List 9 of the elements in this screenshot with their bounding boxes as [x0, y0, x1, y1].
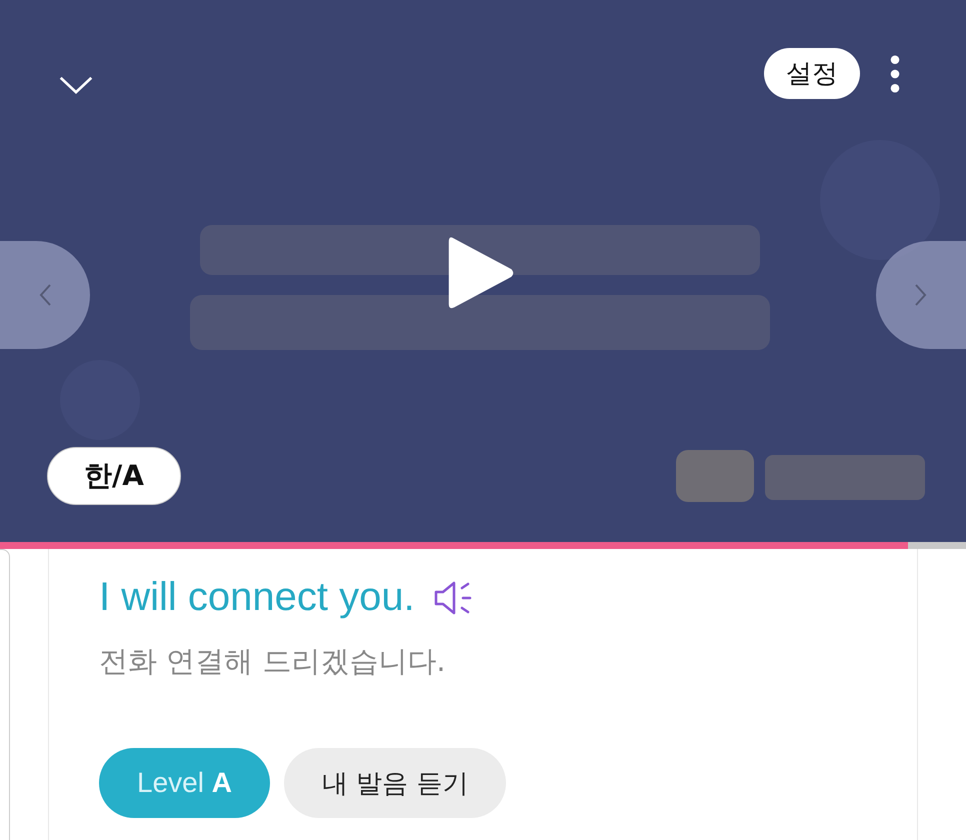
sentence-text: I will connect you.: [99, 575, 415, 620]
speaker-icon[interactable]: [432, 580, 473, 616]
language-toggle[interactable]: 한/A: [47, 447, 181, 505]
listen-button[interactable]: 내 발음 듣기: [284, 748, 506, 818]
collapse-chevron-icon[interactable]: [58, 74, 94, 96]
more-menu-icon[interactable]: [889, 55, 901, 93]
translation-text: 전화 연결해 드리겠습니다.: [99, 643, 447, 680]
chevron-left-icon: [38, 283, 52, 307]
chevron-right-icon: [914, 283, 928, 307]
